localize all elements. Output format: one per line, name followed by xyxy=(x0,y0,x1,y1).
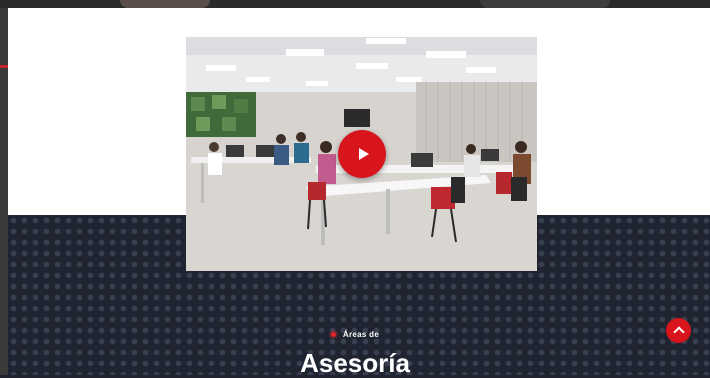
hero-image-fragment xyxy=(120,0,210,8)
play-button[interactable] xyxy=(338,130,386,178)
hero-image-fragment xyxy=(480,0,610,8)
play-icon xyxy=(358,148,369,160)
chevron-up-icon xyxy=(672,326,685,338)
eyebrow-dot-icon xyxy=(330,332,336,338)
section-eyebrow: Áreas de xyxy=(0,330,710,339)
section-heading: Asesoría xyxy=(300,348,410,378)
left-edge-accent xyxy=(0,65,8,68)
left-edge-strip xyxy=(0,8,8,375)
video-thumbnail[interactable] xyxy=(186,37,537,271)
eyebrow-label: Áreas de xyxy=(342,330,380,339)
scroll-to-top-button[interactable] xyxy=(666,318,691,343)
hero-image-strip xyxy=(0,0,710,8)
